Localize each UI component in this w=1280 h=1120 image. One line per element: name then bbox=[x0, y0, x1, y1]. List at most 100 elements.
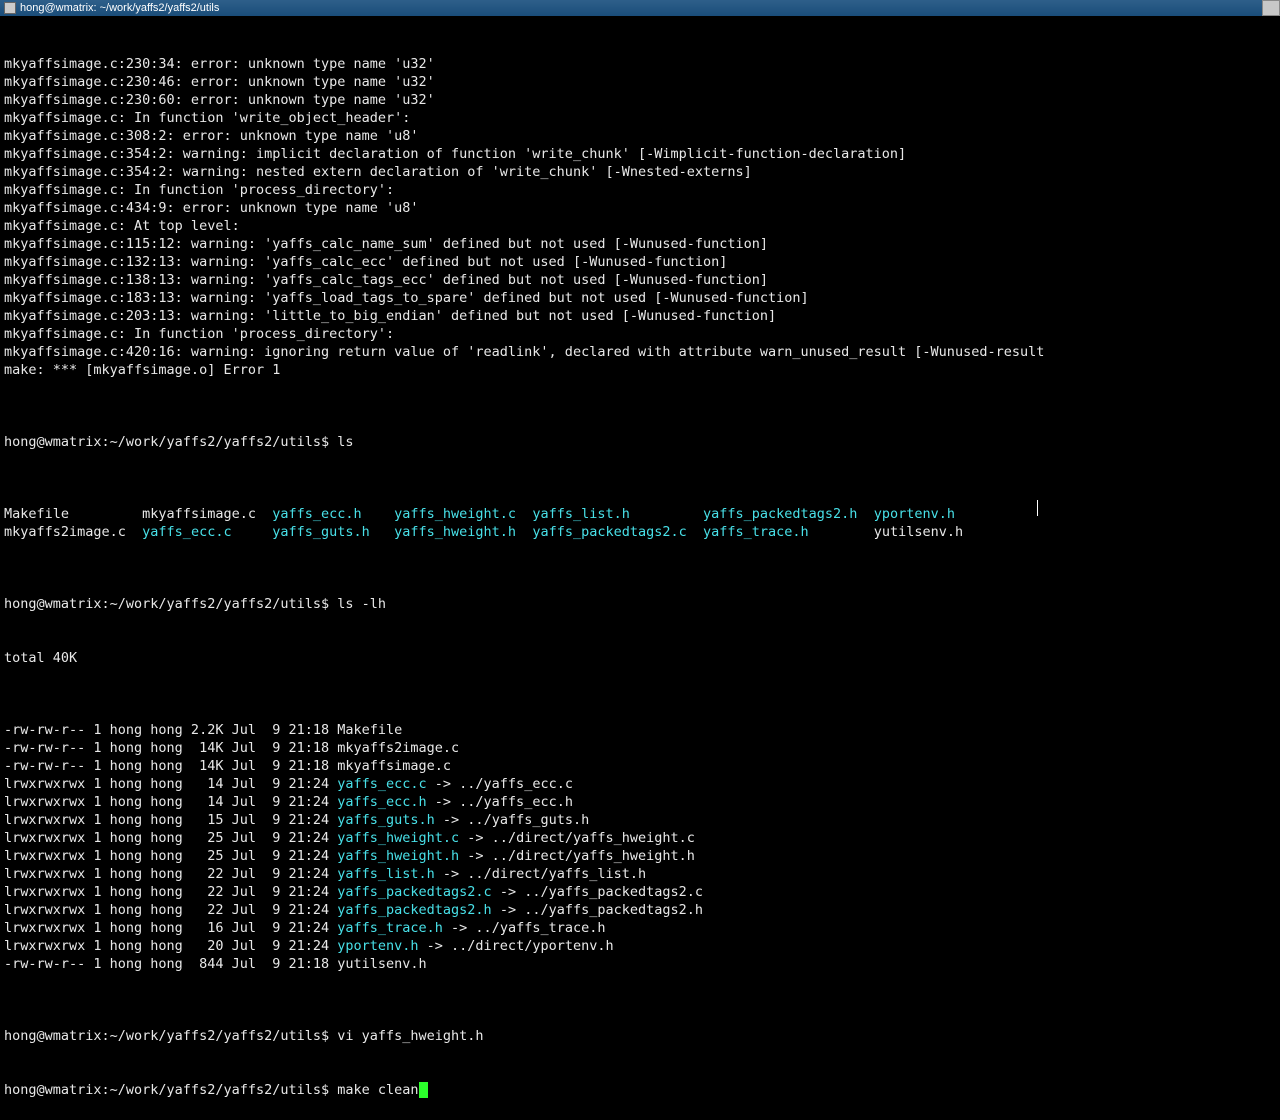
terminal-icon bbox=[4, 2, 16, 14]
ls-row: mkyaffs2image.c yaffs_ecc.c yaffs_guts.h… bbox=[4, 523, 1276, 541]
terminal-output[interactable]: mkyaffsimage.c:230:34: error: unknown ty… bbox=[0, 16, 1280, 1120]
file-perms: lrwxrwxrwx 1 hong hong 14 Jul 9 21:24 bbox=[4, 776, 337, 792]
compiler-line: mkyaffsimage.c:183:13: warning: 'yaffs_l… bbox=[4, 289, 1276, 307]
ls-item: yaffs_packedtags2.h bbox=[703, 506, 874, 522]
shell-prompt: hong@wmatrix:~/work/yaffs2/yaffs2/utils$ bbox=[4, 434, 337, 450]
symlink-target: -> ../yaffs_guts.h bbox=[435, 812, 589, 828]
symlink-target: -> ../yaffs_ecc.h bbox=[427, 794, 573, 810]
file-row: lrwxrwxrwx 1 hong hong 22 Jul 9 21:24 ya… bbox=[4, 901, 1276, 919]
compiler-line: mkyaffsimage.c:354:2: warning: nested ex… bbox=[4, 163, 1276, 181]
ls-item: yaffs_list.h bbox=[532, 506, 703, 522]
file-row: -rw-rw-r-- 1 hong hong 844 Jul 9 21:18 y… bbox=[4, 955, 1276, 973]
file-name: yportenv.h bbox=[337, 938, 418, 954]
file-name: yaffs_ecc.h bbox=[337, 794, 426, 810]
file-row: lrwxrwxrwx 1 hong hong 15 Jul 9 21:24 ya… bbox=[4, 811, 1276, 829]
file-perms: lrwxrwxrwx 1 hong hong 22 Jul 9 21:24 bbox=[4, 884, 337, 900]
ls-item: yaffs_ecc.h bbox=[272, 506, 394, 522]
file-perms: lrwxrwxrwx 1 hong hong 25 Jul 9 21:24 bbox=[4, 830, 337, 846]
ls-item: yaffs_ecc.c bbox=[142, 524, 272, 540]
shell-prompt: hong@wmatrix:~/work/yaffs2/yaffs2/utils$ bbox=[4, 1028, 337, 1044]
file-perms: -rw-rw-r-- 1 hong hong 14K Jul 9 21:18 bbox=[4, 740, 337, 756]
ls-item: yaffs_trace.h bbox=[703, 524, 874, 540]
file-row: -rw-rw-r-- 1 hong hong 2.2K Jul 9 21:18 … bbox=[4, 721, 1276, 739]
cursor bbox=[419, 1082, 428, 1098]
symlink-target: -> ../direct/yaffs_hweight.c bbox=[459, 830, 695, 846]
file-name: yaffs_hweight.c bbox=[337, 830, 459, 846]
symlink-target: -> ../direct/yaffs_list.h bbox=[435, 866, 646, 882]
ls-item: Makefile bbox=[4, 506, 142, 522]
symlink-target: -> ../yaffs_ecc.c bbox=[427, 776, 573, 792]
compiler-line: mkyaffsimage.c:138:13: warning: 'yaffs_c… bbox=[4, 271, 1276, 289]
file-name: yaffs_ecc.c bbox=[337, 776, 426, 792]
ls-row: Makefile mkyaffsimage.c yaffs_ecc.h yaff… bbox=[4, 505, 1276, 523]
file-perms: lrwxrwxrwx 1 hong hong 22 Jul 9 21:24 bbox=[4, 902, 337, 918]
compiler-line: mkyaffsimage.c:203:13: warning: 'little_… bbox=[4, 307, 1276, 325]
compiler-line: mkyaffsimage.c:132:13: warning: 'yaffs_c… bbox=[4, 253, 1276, 271]
compiler-output: mkyaffsimage.c:230:34: error: unknown ty… bbox=[4, 55, 1276, 379]
file-name: yaffs_guts.h bbox=[337, 812, 435, 828]
total-line: total 40K bbox=[4, 649, 1276, 667]
file-name: yaffs_list.h bbox=[337, 866, 435, 882]
file-perms: lrwxrwxrwx 1 hong hong 22 Jul 9 21:24 bbox=[4, 866, 337, 882]
compiler-line: make: *** [mkyaffsimage.o] Error 1 bbox=[4, 361, 1276, 379]
ls-item: yaffs_hweight.c bbox=[394, 506, 532, 522]
window-title: hong@wmatrix: ~/work/yaffs2/yaffs2/utils bbox=[20, 0, 219, 17]
file-row: -rw-rw-r-- 1 hong hong 14K Jul 9 21:18 m… bbox=[4, 739, 1276, 757]
file-name: yaffs_hweight.h bbox=[337, 848, 459, 864]
ls-item: mkyaffsimage.c bbox=[142, 506, 272, 522]
ls-item: yaffs_guts.h bbox=[272, 524, 394, 540]
text-caret bbox=[1037, 500, 1038, 516]
compiler-line: mkyaffsimage.c:230:34: error: unknown ty… bbox=[4, 55, 1276, 73]
symlink-target: -> ../direct/yportenv.h bbox=[419, 938, 614, 954]
file-name: yaffs_packedtags2.c bbox=[337, 884, 491, 900]
compiler-line: mkyaffsimage.c:115:12: warning: 'yaffs_c… bbox=[4, 235, 1276, 253]
file-perms: lrwxrwxrwx 1 hong hong 25 Jul 9 21:24 bbox=[4, 848, 337, 864]
command-ls: ls bbox=[337, 434, 353, 450]
file-perms: -rw-rw-r-- 1 hong hong 2.2K Jul 9 21:18 bbox=[4, 722, 337, 738]
compiler-line: mkyaffsimage.c: At top level: bbox=[4, 217, 1276, 235]
file-name: yaffs_trace.h bbox=[337, 920, 443, 936]
file-perms: lrwxrwxrwx 1 hong hong 14 Jul 9 21:24 bbox=[4, 794, 337, 810]
window-titlebar[interactable]: hong@wmatrix: ~/work/yaffs2/yaffs2/utils bbox=[0, 0, 1280, 16]
file-perms: lrwxrwxrwx 1 hong hong 16 Jul 9 21:24 bbox=[4, 920, 337, 936]
compiler-line: mkyaffsimage.c: In function 'process_dir… bbox=[4, 325, 1276, 343]
shell-prompt: hong@wmatrix:~/work/yaffs2/yaffs2/utils$ bbox=[4, 1082, 337, 1098]
file-name: mkyaffsimage.c bbox=[337, 758, 451, 774]
ls-item: yaffs_hweight.h bbox=[394, 524, 532, 540]
file-row: lrwxrwxrwx 1 hong hong 25 Jul 9 21:24 ya… bbox=[4, 847, 1276, 865]
file-perms: -rw-rw-r-- 1 hong hong 844 Jul 9 21:18 bbox=[4, 956, 337, 972]
file-row: lrwxrwxrwx 1 hong hong 22 Jul 9 21:24 ya… bbox=[4, 865, 1276, 883]
ls-item: yportenv.h bbox=[874, 506, 955, 522]
command-vi: vi yaffs_hweight.h bbox=[337, 1028, 483, 1044]
file-row: lrwxrwxrwx 1 hong hong 16 Jul 9 21:24 ya… bbox=[4, 919, 1276, 937]
file-perms: lrwxrwxrwx 1 hong hong 15 Jul 9 21:24 bbox=[4, 812, 337, 828]
file-perms: -rw-rw-r-- 1 hong hong 14K Jul 9 21:18 bbox=[4, 758, 337, 774]
symlink-target: -> ../direct/yaffs_hweight.h bbox=[459, 848, 695, 864]
window-button[interactable] bbox=[1262, 0, 1280, 16]
compiler-line: mkyaffsimage.c:420:16: warning: ignoring… bbox=[4, 343, 1276, 361]
ls-lh-output: -rw-rw-r-- 1 hong hong 2.2K Jul 9 21:18 … bbox=[4, 721, 1276, 973]
file-name: yutilsenv.h bbox=[337, 956, 426, 972]
shell-prompt: hong@wmatrix:~/work/yaffs2/yaffs2/utils$ bbox=[4, 596, 337, 612]
ls-item: mkyaffs2image.c bbox=[4, 524, 142, 540]
ls-output: Makefile mkyaffsimage.c yaffs_ecc.h yaff… bbox=[4, 505, 1276, 541]
ls-item: yutilsenv.h bbox=[874, 524, 963, 540]
file-row: lrwxrwxrwx 1 hong hong 25 Jul 9 21:24 ya… bbox=[4, 829, 1276, 847]
ls-item: yaffs_packedtags2.c bbox=[532, 524, 703, 540]
symlink-target: -> ../yaffs_trace.h bbox=[443, 920, 606, 936]
file-row: -rw-rw-r-- 1 hong hong 14K Jul 9 21:18 m… bbox=[4, 757, 1276, 775]
compiler-line: mkyaffsimage.c:354:2: warning: implicit … bbox=[4, 145, 1276, 163]
file-name: Makefile bbox=[337, 722, 402, 738]
file-row: lrwxrwxrwx 1 hong hong 14 Jul 9 21:24 ya… bbox=[4, 775, 1276, 793]
file-name: yaffs_packedtags2.h bbox=[337, 902, 491, 918]
compiler-line: mkyaffsimage.c: In function 'write_objec… bbox=[4, 109, 1276, 127]
compiler-line: mkyaffsimage.c:434:9: error: unknown typ… bbox=[4, 199, 1276, 217]
compiler-line: mkyaffsimage.c:308:2: error: unknown typ… bbox=[4, 127, 1276, 145]
file-name: mkyaffs2image.c bbox=[337, 740, 459, 756]
file-row: lrwxrwxrwx 1 hong hong 20 Jul 9 21:24 yp… bbox=[4, 937, 1276, 955]
symlink-target: -> ../yaffs_packedtags2.h bbox=[492, 902, 703, 918]
compiler-line: mkyaffsimage.c: In function 'process_dir… bbox=[4, 181, 1276, 199]
symlink-target: -> ../yaffs_packedtags2.c bbox=[492, 884, 703, 900]
command-ls-lh: ls -lh bbox=[337, 596, 386, 612]
file-row: lrwxrwxrwx 1 hong hong 14 Jul 9 21:24 ya… bbox=[4, 793, 1276, 811]
